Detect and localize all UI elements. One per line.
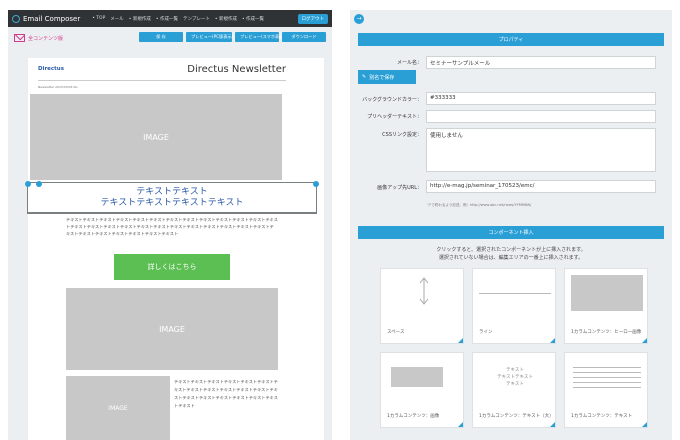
component-caption: ライン xyxy=(479,330,493,335)
nav-template-section: テンプレート xyxy=(182,16,210,22)
corner-marker xyxy=(642,422,647,427)
logout-button[interactable]: ログアウト xyxy=(297,13,328,24)
preview-sp-button[interactable]: プレビュー(スマホ表示/ソース) xyxy=(235,32,299,42)
app-logo[interactable]: Email Composer xyxy=(12,14,81,23)
save-as-button[interactable]: ✎ 別名で保存 xyxy=(358,70,416,84)
component-text-large[interactable]: テキスト テキストテキスト テキスト 1カラムコンテンツ：テキスト（大） xyxy=(472,352,556,428)
image-url-note: "/"で終わるよう記述。例）http://www.abc.net/news/YY… xyxy=(427,203,532,207)
text-lines-preview xyxy=(573,367,641,392)
header-divider xyxy=(38,80,286,81)
component-text[interactable]: 1カラムコンテンツ：テキスト xyxy=(564,352,648,428)
component-caption: 1カラムコンテンツ：ヒーロー画像 xyxy=(571,330,642,335)
preview-text-line-1: テキスト xyxy=(506,368,524,373)
corner-marker xyxy=(550,338,555,343)
screen: Email Composer • TOP メール • 新規作成 • 作成一覧 テ… xyxy=(0,0,680,440)
content-image-placeholder[interactable]: IMAGE xyxy=(66,288,278,370)
insert-help-line-1: クリックすると、選択されたコンポーネントが上に挿入されます。 xyxy=(436,247,586,253)
component-insert-title: コンポーネント挿入 xyxy=(358,226,664,239)
nav-mail-new[interactable]: • 新規作成 xyxy=(129,16,151,22)
body-text-block[interactable]: テキストテキストテキストテキストテキストテキストテキストテキストテキストテキスト… xyxy=(66,216,278,237)
component-caption: 1カラムコンテンツ：画像 xyxy=(387,414,440,419)
component-caption: 1カラムコンテンツ：テキスト xyxy=(571,414,633,419)
bg-color-label: バックグラウンドカラー： xyxy=(362,97,422,103)
preview-text-line-2: テキストテキスト xyxy=(497,375,533,380)
close-icon[interactable] xyxy=(313,181,319,187)
download-button[interactable]: ダウンロード xyxy=(282,32,326,42)
save-as-label: 別名で保存 xyxy=(369,74,395,81)
component-space[interactable]: スペース xyxy=(380,268,464,344)
editor-toolbar: 全コンテンツ版 保 存 プレビュー(PC版表示/ソース) プレビュー(スマホ表示… xyxy=(8,27,332,49)
edit-icon: ✎ xyxy=(362,74,367,80)
corner-marker xyxy=(458,338,463,343)
line-preview xyxy=(479,293,551,294)
mail-name-label: メール名： xyxy=(396,60,422,66)
vertical-arrows-icon xyxy=(419,277,429,305)
corner-marker xyxy=(458,422,463,427)
template-indicator: 全コンテンツ版 xyxy=(14,34,63,42)
cta-button[interactable]: 詳しくはこちら xyxy=(114,254,230,280)
nav-mail-list[interactable]: • 作成一覧 xyxy=(156,16,178,22)
mail-icon xyxy=(14,34,25,42)
bg-color-input[interactable]: #333333 xyxy=(426,92,656,105)
logo-icon xyxy=(12,14,20,23)
hero-image-preview xyxy=(571,275,643,311)
preheader-input[interactable] xyxy=(426,110,656,123)
component-hero-image[interactable]: 1カラムコンテンツ：ヒーロー画像 xyxy=(564,268,648,344)
insert-help-text: クリックすると、選択されたコンポーネントが上に挿入されます。 選択されていない場… xyxy=(350,246,672,262)
component-caption: スペース xyxy=(387,330,405,335)
nav-template-list[interactable]: • 作成一覧 xyxy=(242,16,264,22)
corner-marker xyxy=(550,422,555,427)
component-line[interactable]: ライン xyxy=(472,268,556,344)
corner-marker xyxy=(642,338,647,343)
template-label: 全コンテンツ版 xyxy=(28,35,64,42)
nav-top[interactable]: • TOP xyxy=(92,16,105,22)
selected-heading-block[interactable]: テキストテキスト テキストテキストテキストテキスト xyxy=(27,182,317,214)
preheader-label: プリヘッダーテキスト： xyxy=(367,114,422,120)
preview-text-line-3: テキスト xyxy=(506,382,524,387)
css-link-textarea[interactable]: 使用しません xyxy=(426,128,656,172)
app-name: Email Composer xyxy=(23,14,81,23)
css-link-label: CSSリンク設定： xyxy=(382,132,422,138)
move-down-icon[interactable] xyxy=(36,181,42,187)
component-image[interactable]: 1カラムコンテンツ：画像 xyxy=(380,352,464,428)
toolbar-buttons: 保 存 プレビュー(PC版表示/ソース) プレビュー(スマホ表示/ソース) ダウ… xyxy=(139,32,326,42)
nav-mail-section: メール xyxy=(110,16,124,22)
newsletter-date: Newsletter 2015/03/03 No. xyxy=(38,85,79,89)
nav-template-new[interactable]: • 新規作成 xyxy=(215,16,237,22)
image-url-input[interactable]: http://e-mag.jp/seminar_170523/emc/ xyxy=(426,180,656,193)
arrow-right-icon[interactable]: → xyxy=(354,14,364,24)
image-preview xyxy=(391,367,443,387)
preview-pc-button[interactable]: プレビュー(PC版表示/ソース) xyxy=(186,32,247,42)
newsletter-logo: Directus xyxy=(38,66,64,72)
hero-image-placeholder[interactable]: IMAGE xyxy=(30,94,282,180)
property-section-title: プロパティ xyxy=(358,33,664,46)
image-url-label: 画像アップ先URL： xyxy=(377,185,422,191)
insert-help-line-2: 選択されていない場合は、編集エリアの一番上に挿入されます。 xyxy=(438,255,584,261)
properties-panel: → プロパティ メール名： セミナーサンプルメール ✎ 別名で保存 バックグラウ… xyxy=(350,10,672,440)
component-caption: 1カラムコンテンツ：テキスト（大） xyxy=(479,414,554,419)
heading-line-1: テキストテキスト xyxy=(136,186,208,197)
heading-line-2: テキストテキストテキストテキスト xyxy=(100,197,244,208)
newsletter-title: Directus Newsletter xyxy=(187,64,286,75)
side-image-placeholder[interactable]: IMAGE xyxy=(66,376,170,440)
large-text-preview: テキスト テキストテキスト テキスト xyxy=(473,367,557,388)
save-button[interactable]: 保 存 xyxy=(139,32,183,42)
side-text-block[interactable]: テキストテキストテキストテキストテキストテキストテキストテキストテキストテキスト… xyxy=(174,378,280,410)
top-navigation-bar: Email Composer • TOP メール • 新規作成 • 作成一覧 テ… xyxy=(8,10,332,27)
main-nav: • TOP メール • 新規作成 • 作成一覧 テンプレート • 新規作成 • … xyxy=(92,16,291,22)
mail-name-input[interactable]: セミナーサンプルメール xyxy=(426,56,656,69)
move-up-icon[interactable] xyxy=(25,181,31,187)
